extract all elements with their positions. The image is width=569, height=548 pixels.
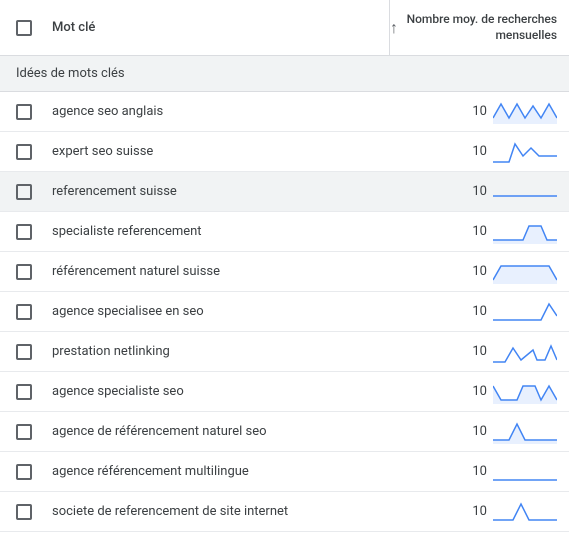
- table-row[interactable]: expert seo suisse 10: [0, 132, 569, 172]
- select-all-checkbox[interactable]: [16, 20, 32, 36]
- table-row[interactable]: référencement naturel suisse 10: [0, 252, 569, 292]
- keyword-cell: agence specialisee en seo: [48, 304, 389, 319]
- searches-cell: 10: [389, 492, 569, 531]
- row-checkbox[interactable]: [16, 504, 32, 520]
- table-row[interactable]: agence specialiste seo 10: [0, 372, 569, 412]
- keyword-cell: referencement suisse: [48, 184, 389, 199]
- sparkline-chart: [493, 100, 557, 124]
- searches-cell: 10: [389, 252, 569, 291]
- searches-value: 10: [472, 144, 487, 159]
- sort-arrow-up-icon: ↑: [390, 18, 398, 38]
- sparkline-chart: [493, 340, 557, 364]
- searches-value: 10: [472, 464, 487, 479]
- row-checkbox[interactable]: [16, 464, 32, 480]
- row-checkbox-cell: [0, 424, 48, 440]
- searches-cell: 10: [389, 452, 569, 491]
- searches-cell: 10: [389, 332, 569, 371]
- keyword-cell: référencement naturel suisse: [48, 264, 389, 279]
- searches-value: 10: [472, 184, 487, 199]
- row-checkbox-cell: [0, 184, 48, 200]
- row-checkbox[interactable]: [16, 224, 32, 240]
- keyword-cell: agence specialiste seo: [48, 384, 389, 399]
- row-checkbox-cell: [0, 304, 48, 320]
- keyword-cell: agence seo anglais: [48, 104, 389, 119]
- table-row[interactable]: societe de referencement de site interne…: [0, 492, 569, 532]
- table-row[interactable]: prestation netlinking 10: [0, 332, 569, 372]
- searches-value: 10: [472, 264, 487, 279]
- column-header-keyword[interactable]: Mot clé: [48, 20, 389, 35]
- table-header-row: Mot clé ↑ Nombre moy. de recherches mens…: [0, 0, 569, 56]
- keyword-cell: agence référencement multilingue: [48, 464, 389, 479]
- searches-value: 10: [472, 104, 487, 119]
- row-checkbox[interactable]: [16, 184, 32, 200]
- searches-cell: 10: [389, 132, 569, 171]
- row-checkbox-cell: [0, 344, 48, 360]
- sparkline-chart: [493, 420, 557, 444]
- row-checkbox-cell: [0, 144, 48, 160]
- searches-cell: 10: [389, 92, 569, 131]
- searches-value: 10: [472, 344, 487, 359]
- searches-cell: 10: [389, 372, 569, 411]
- row-checkbox[interactable]: [16, 424, 32, 440]
- sparkline-chart: [493, 260, 557, 284]
- row-checkbox[interactable]: [16, 104, 32, 120]
- table-row[interactable]: agence seo anglais 10: [0, 92, 569, 132]
- table-row[interactable]: specialiste referencement 10: [0, 212, 569, 252]
- row-checkbox-cell: [0, 224, 48, 240]
- sparkline-chart: [493, 380, 557, 404]
- sparkline-chart: [493, 300, 557, 324]
- sparkline-chart: [493, 220, 557, 244]
- keyword-cell: prestation netlinking: [48, 344, 389, 359]
- header-checkbox-cell: [0, 20, 48, 36]
- row-checkbox[interactable]: [16, 344, 32, 360]
- keyword-cell: specialiste referencement: [48, 224, 389, 239]
- column-header-searches-label: Nombre moy. de recherches mensuelles: [406, 12, 557, 43]
- group-header-keyword-ideas: Idées de mots clés: [0, 56, 569, 92]
- table-body: agence seo anglais10expert seo suisse10r…: [0, 92, 569, 532]
- table-row[interactable]: agence de référencement naturel seo 10: [0, 412, 569, 452]
- searches-cell: 10: [389, 412, 569, 451]
- sparkline-chart: [493, 140, 557, 164]
- searches-value: 10: [472, 224, 487, 239]
- table-row[interactable]: agence référencement multilingue 10: [0, 452, 569, 492]
- table-row[interactable]: agence specialisee en seo 10: [0, 292, 569, 332]
- sparkline-chart: [493, 460, 557, 484]
- searches-value: 10: [472, 384, 487, 399]
- keyword-cell: expert seo suisse: [48, 144, 389, 159]
- row-checkbox[interactable]: [16, 304, 32, 320]
- searches-value: 10: [472, 504, 487, 519]
- searches-cell: 10: [389, 212, 569, 251]
- sparkline-chart: [493, 500, 557, 524]
- keyword-cell: societe de referencement de site interne…: [48, 504, 389, 519]
- sparkline-chart: [493, 180, 557, 204]
- row-checkbox-cell: [0, 384, 48, 400]
- searches-cell: 10: [389, 172, 569, 211]
- column-header-searches[interactable]: ↑ Nombre moy. de recherches mensuelles: [389, 0, 569, 55]
- row-checkbox[interactable]: [16, 144, 32, 160]
- row-checkbox-cell: [0, 264, 48, 280]
- row-checkbox[interactable]: [16, 384, 32, 400]
- searches-value: 10: [472, 304, 487, 319]
- row-checkbox-cell: [0, 504, 48, 520]
- row-checkbox[interactable]: [16, 264, 32, 280]
- table-row[interactable]: referencement suisse 10: [0, 172, 569, 212]
- row-checkbox-cell: [0, 464, 48, 480]
- keyword-cell: agence de référencement naturel seo: [48, 424, 389, 439]
- searches-value: 10: [472, 424, 487, 439]
- searches-cell: 10: [389, 292, 569, 331]
- row-checkbox-cell: [0, 104, 48, 120]
